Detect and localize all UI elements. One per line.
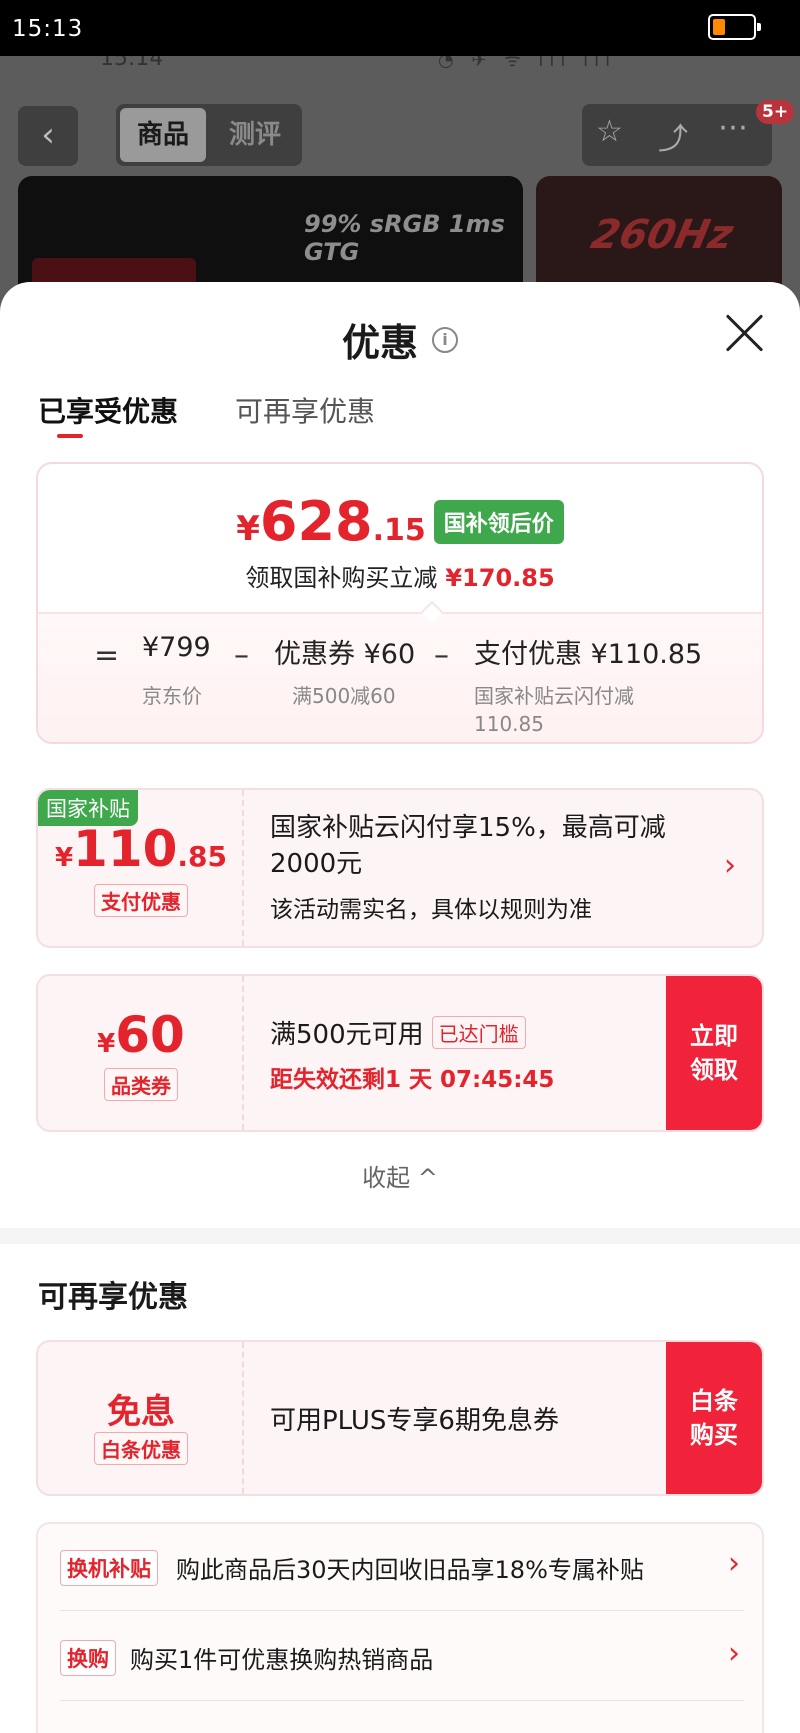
background-product-page: 15:14 ◔ ✈ ᯤ ıll ıll ‹ 商品 测评 ☆ ⤴ ⋯ 5+ 99%… (0, 56, 800, 316)
threshold-reached-badge: 已达门槛 (431, 1016, 526, 1049)
baitiao-buy-label: 白条购买 (690, 1387, 738, 1449)
notification-badge: 5+ (756, 100, 795, 124)
category-coupon-label: 品类券 (104, 1068, 178, 1101)
payment-discount-amount: ¥110.85 (38, 820, 244, 878)
category-coupon-card: ¥60 品类券 满500元可用 已达门槛 距失效还剩1 天 07:45:45 立即… (36, 974, 764, 1132)
tab-product[interactable]: 商品 (120, 108, 206, 162)
baitiao-buy-button[interactable]: 白条购买 (666, 1342, 762, 1494)
background-status-icons: ◔ ✈ ᯤ ıll ıll (438, 56, 617, 71)
collapse-button[interactable]: 收起 ^ (0, 1158, 800, 1193)
tab-enjoyed-discounts[interactable]: 已享受优惠 (38, 390, 178, 430)
tab-more-discounts[interactable]: 可再享优惠 (235, 390, 375, 430)
sheet-header: 优惠 i (0, 312, 800, 367)
gov-subsidy-price-tag: 国补领后价 (433, 499, 564, 544)
installment-coupon-title: 可用PLUS专享6期免息券 (270, 1406, 559, 1436)
more-icon[interactable]: ⋯ (718, 110, 748, 145)
final-price-int: 628 (259, 490, 373, 553)
chevron-right-icon: › (728, 1546, 740, 1581)
payment-discount-currency: ¥ (54, 843, 74, 873)
claim-coupon-button[interactable]: 立即领取 (666, 976, 762, 1130)
payment-discount-desc: 该活动需实名，具体以规则为准 (270, 897, 592, 923)
term-coupon: 优惠券 ¥60 (274, 639, 416, 670)
payment-discount-card[interactable]: 国家补贴 ¥110.85 支付优惠 国家补贴云闪付享15%，最高可减2000元 … (36, 788, 764, 948)
category-coupon-title-row: 满500元可用 已达门槛 (270, 1014, 526, 1051)
price-breakdown-card: ¥628.15 国补领后价 领取国补购买立减 ¥170.85 = ¥799 京东价 … (36, 462, 764, 744)
payment-discount-dec: .85 (177, 840, 228, 873)
final-price-currency: ¥ (236, 509, 260, 549)
coupon-divider (242, 1342, 244, 1494)
final-price: ¥628.15 (236, 490, 426, 553)
interest-free-amount: 免息 (107, 1392, 175, 1432)
section-divider (0, 1228, 800, 1244)
status-time: 15:13 (12, 16, 84, 42)
savings-subtitle: 领取国补购买立减 ¥170.85 (38, 558, 762, 593)
status-bar: 15:13 (0, 0, 800, 56)
equals-sign: = (94, 638, 120, 673)
trade-in-text: 购此商品后30天内回收旧品享18%专属补贴 (176, 1556, 644, 1584)
final-price-section: ¥628.15 国补领后价 领取国补购买立减 ¥170.85 (38, 464, 762, 612)
term-payment-label: 国家补贴云闪付减 110.85 (474, 684, 634, 736)
category-coupon-int: 60 (115, 1006, 185, 1064)
product-tabs: 商品 测评 (116, 104, 302, 166)
final-price-dec: .15 (372, 513, 426, 548)
category-coupon-title: 满500元可用 (270, 1020, 424, 1050)
term-coupon-label: 满500减60 (292, 684, 396, 708)
installment-coupon-left: 免息 白条优惠 (38, 1342, 244, 1494)
category-coupon-currency: ¥ (97, 1029, 116, 1059)
installment-coupon-card: 免息 白条优惠 可用PLUS专享6期免息券 白条购买 (36, 1340, 764, 1496)
product-actions: ☆ ⤴ ⋯ (582, 104, 772, 166)
list-divider (60, 1610, 744, 1611)
star-icon[interactable]: ☆ (596, 114, 623, 149)
chevron-right-icon: › (728, 1636, 740, 1671)
tab-indicator (57, 434, 83, 438)
claim-coupon-label: 立即领取 (690, 1022, 738, 1084)
category-coupon-left: ¥60 品类券 (38, 976, 244, 1130)
price-formula: = ¥799 京东价 – 优惠券 ¥60 满500减60 – 支付优惠 ¥110… (38, 612, 762, 742)
minus-sign-2: – (434, 638, 449, 673)
sheet-title: 优惠 (341, 321, 418, 365)
list-item-exchange[interactable]: 换购 购买1件可优惠换购热销商品 › (60, 1614, 744, 1704)
minus-sign-1: – (234, 638, 249, 673)
share-icon[interactable]: ⤴ (658, 114, 688, 158)
final-price-row: ¥628.15 国补领后价 (38, 490, 762, 553)
payment-discount-left: 国家补贴 ¥110.85 支付优惠 (38, 790, 244, 946)
more-discounts-title: 可再享优惠 (38, 1280, 188, 1315)
background-status-time: 15:14 (100, 56, 164, 71)
product-image-spec: 99% sRGB 1ms GTG (304, 210, 505, 266)
back-button[interactable]: ‹ (18, 106, 78, 166)
list-divider (60, 1700, 744, 1701)
tab-review[interactable]: 测评 (212, 108, 298, 162)
coupon-divider (242, 976, 244, 1130)
info-icon[interactable]: i (432, 326, 458, 353)
battery-icon (708, 14, 761, 40)
product-image-hz: 260Hz (587, 212, 738, 258)
exchange-text: 购买1件可优惠换购热销商品 (130, 1646, 434, 1674)
installment-coupon-label: 白条优惠 (94, 1432, 188, 1465)
discount-sheet: 优惠 i 已享受优惠 可再享优惠 ¥628.15 国补领后价 领取国补购买立减 ¥17… (0, 282, 800, 1733)
extra-offers-list: 换机补贴 购此商品后30天内回收旧品享18%专属补贴 › 换购 购买1件可优惠换… (36, 1522, 764, 1733)
exchange-tag: 换购 (60, 1640, 116, 1676)
term-jd-price-label: 京东价 (142, 684, 202, 708)
term-jd-price: ¥799 (142, 632, 211, 663)
savings-text: 领取国补购买立减 (245, 564, 438, 592)
list-item-trade-in[interactable]: 换机补贴 购此商品后30天内回收旧品享18%专属补贴 › (60, 1524, 744, 1614)
payment-discount-label: 支付优惠 (94, 884, 188, 917)
coupon-divider (242, 790, 244, 946)
category-coupon-amount: ¥60 (38, 1006, 244, 1064)
payment-discount-int: 110 (73, 820, 178, 878)
coupon-countdown: 距失效还剩1 天 07:45:45 (270, 1067, 555, 1093)
payment-discount-title: 国家补贴云闪付享15%，最高可减2000元 (270, 813, 666, 879)
savings-amount: ¥170.85 (445, 564, 555, 592)
term-payment: 支付优惠 ¥110.85 (474, 639, 703, 670)
trade-in-tag: 换机补贴 (60, 1550, 158, 1586)
close-button[interactable] (724, 312, 766, 354)
chevron-right-icon: › (724, 848, 736, 883)
